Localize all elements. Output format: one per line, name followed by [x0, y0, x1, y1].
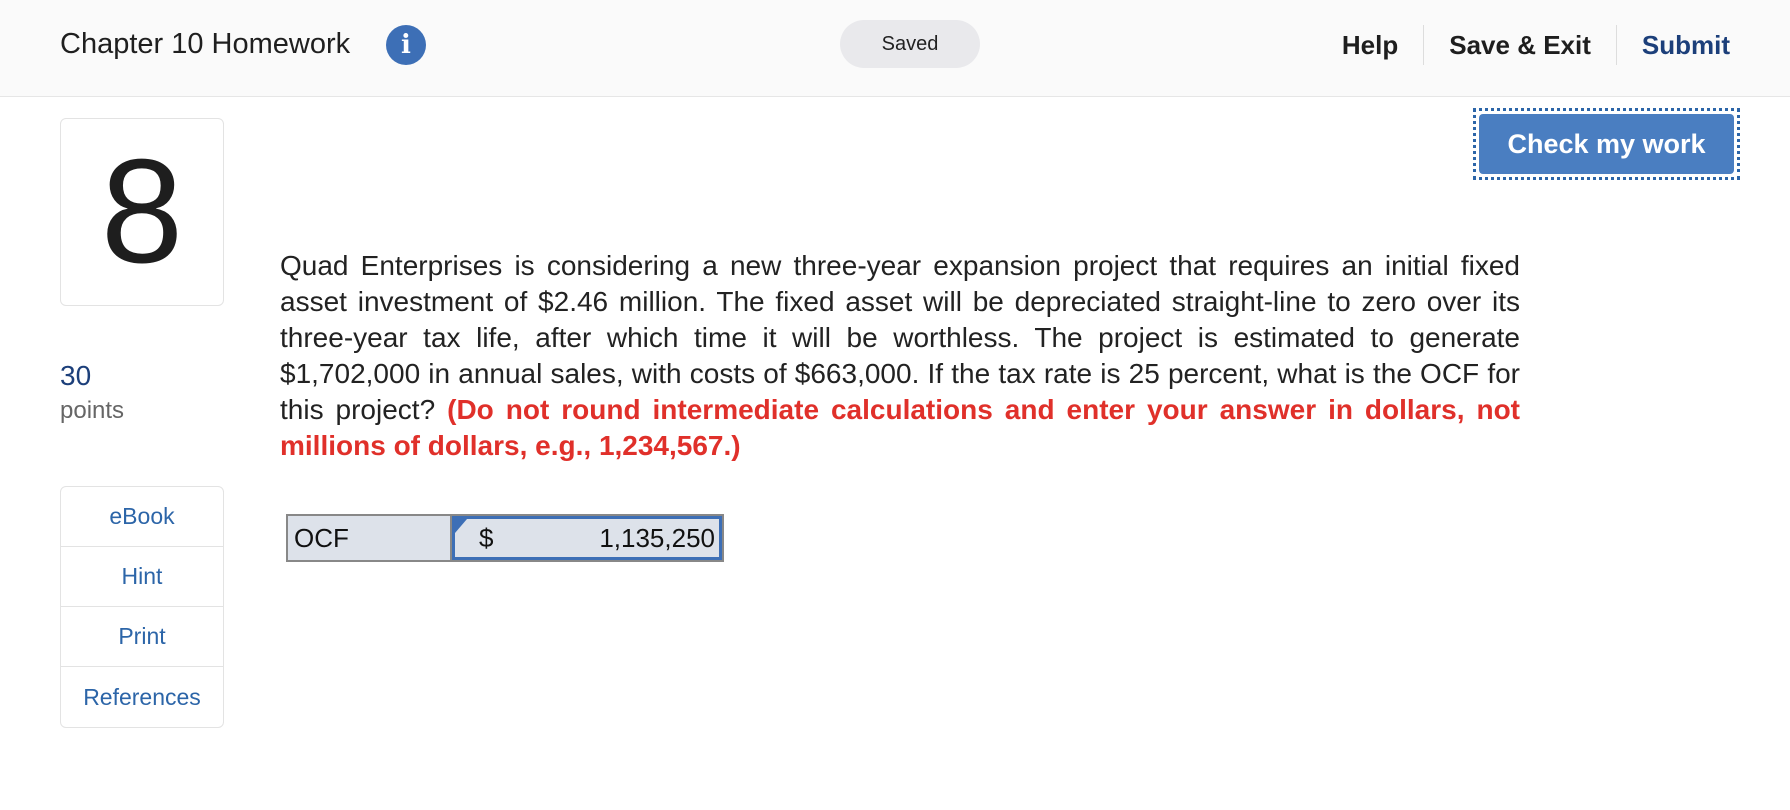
check-my-work-button[interactable]: Check my work — [1479, 114, 1734, 174]
save-exit-link[interactable]: Save & Exit — [1424, 30, 1616, 61]
question-number: 8 — [100, 129, 184, 294]
info-icon[interactable]: i — [386, 25, 426, 65]
help-link[interactable]: Help — [1317, 30, 1423, 61]
points-value: 30 — [60, 360, 92, 391]
assignment-header: Chapter 10 Homework i Saved Help Save & … — [0, 0, 1790, 97]
saved-status-badge: Saved — [840, 20, 980, 68]
check-my-work-focus-ring: Check my work — [1473, 108, 1740, 180]
hint-link[interactable]: Hint — [61, 547, 223, 607]
answer-table-row: OCF $ 1,135,250 — [286, 514, 724, 562]
question-instruction: (Do not round intermediate calculations … — [280, 394, 1520, 461]
answer-label: OCF — [288, 516, 452, 560]
submit-link[interactable]: Submit — [1617, 30, 1730, 61]
ocf-answer-input[interactable]: $ 1,135,250 — [452, 516, 722, 560]
references-link[interactable]: References — [61, 667, 223, 727]
header-nav: Help Save & Exit Submit — [1317, 0, 1730, 90]
currency-symbol: $ — [479, 522, 494, 553]
ebook-link[interactable]: eBook — [61, 487, 223, 547]
answer-value: 1,135,250 — [599, 522, 715, 553]
question-text: Quad Enterprises is considering a new th… — [280, 248, 1520, 464]
question-number-card: 8 — [60, 118, 224, 306]
resource-links: eBook Hint Print References — [60, 486, 224, 728]
points-label: points — [60, 397, 125, 424]
print-link[interactable]: Print — [61, 607, 223, 667]
assignment-title: Chapter 10 Homework — [60, 28, 351, 60]
